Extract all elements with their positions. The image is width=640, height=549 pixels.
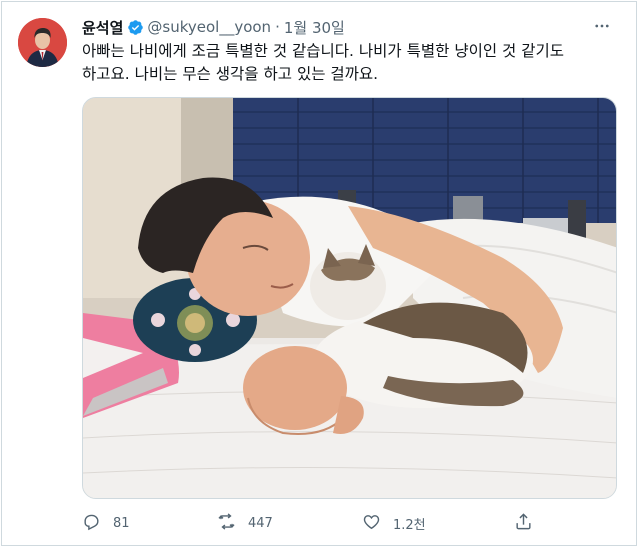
- retweet-button[interactable]: 447: [217, 510, 273, 536]
- tweet-date[interactable]: 1월 30일: [284, 17, 345, 38]
- separator-dot: ·: [275, 18, 280, 36]
- tweet-actions: 81 447 1.2천: [82, 510, 542, 536]
- reply-icon: [82, 512, 101, 535]
- retweet-icon: [217, 512, 236, 535]
- reply-button[interactable]: 81: [82, 510, 130, 536]
- like-count: 1.2천: [393, 517, 426, 533]
- share-icon: [514, 512, 533, 535]
- more-options-icon[interactable]: [590, 16, 614, 36]
- author-name[interactable]: 윤석열: [82, 17, 123, 38]
- tweet-card: 윤석열 @sukyeol__yoon · 1월 30일 아빠는 나비에게 조금 …: [1, 1, 637, 546]
- tweet-header: 윤석열 @sukyeol__yoon · 1월 30일: [82, 16, 345, 38]
- share-button[interactable]: [514, 510, 533, 536]
- tweet-photo[interactable]: [82, 97, 617, 499]
- retweet-count: 447: [248, 515, 273, 531]
- verified-badge-icon: [127, 19, 144, 36]
- like-button[interactable]: 1.2천: [362, 510, 426, 536]
- author-handle[interactable]: @sukyeol__yoon: [147, 18, 271, 36]
- reply-count: 81: [113, 515, 130, 531]
- tweet-text: 아빠는 나비에게 조금 특별한 것 같습니다. 나비가 특별한 냥이인 것 같기…: [82, 42, 564, 83]
- heart-icon: [362, 512, 381, 535]
- avatar[interactable]: [18, 18, 67, 67]
